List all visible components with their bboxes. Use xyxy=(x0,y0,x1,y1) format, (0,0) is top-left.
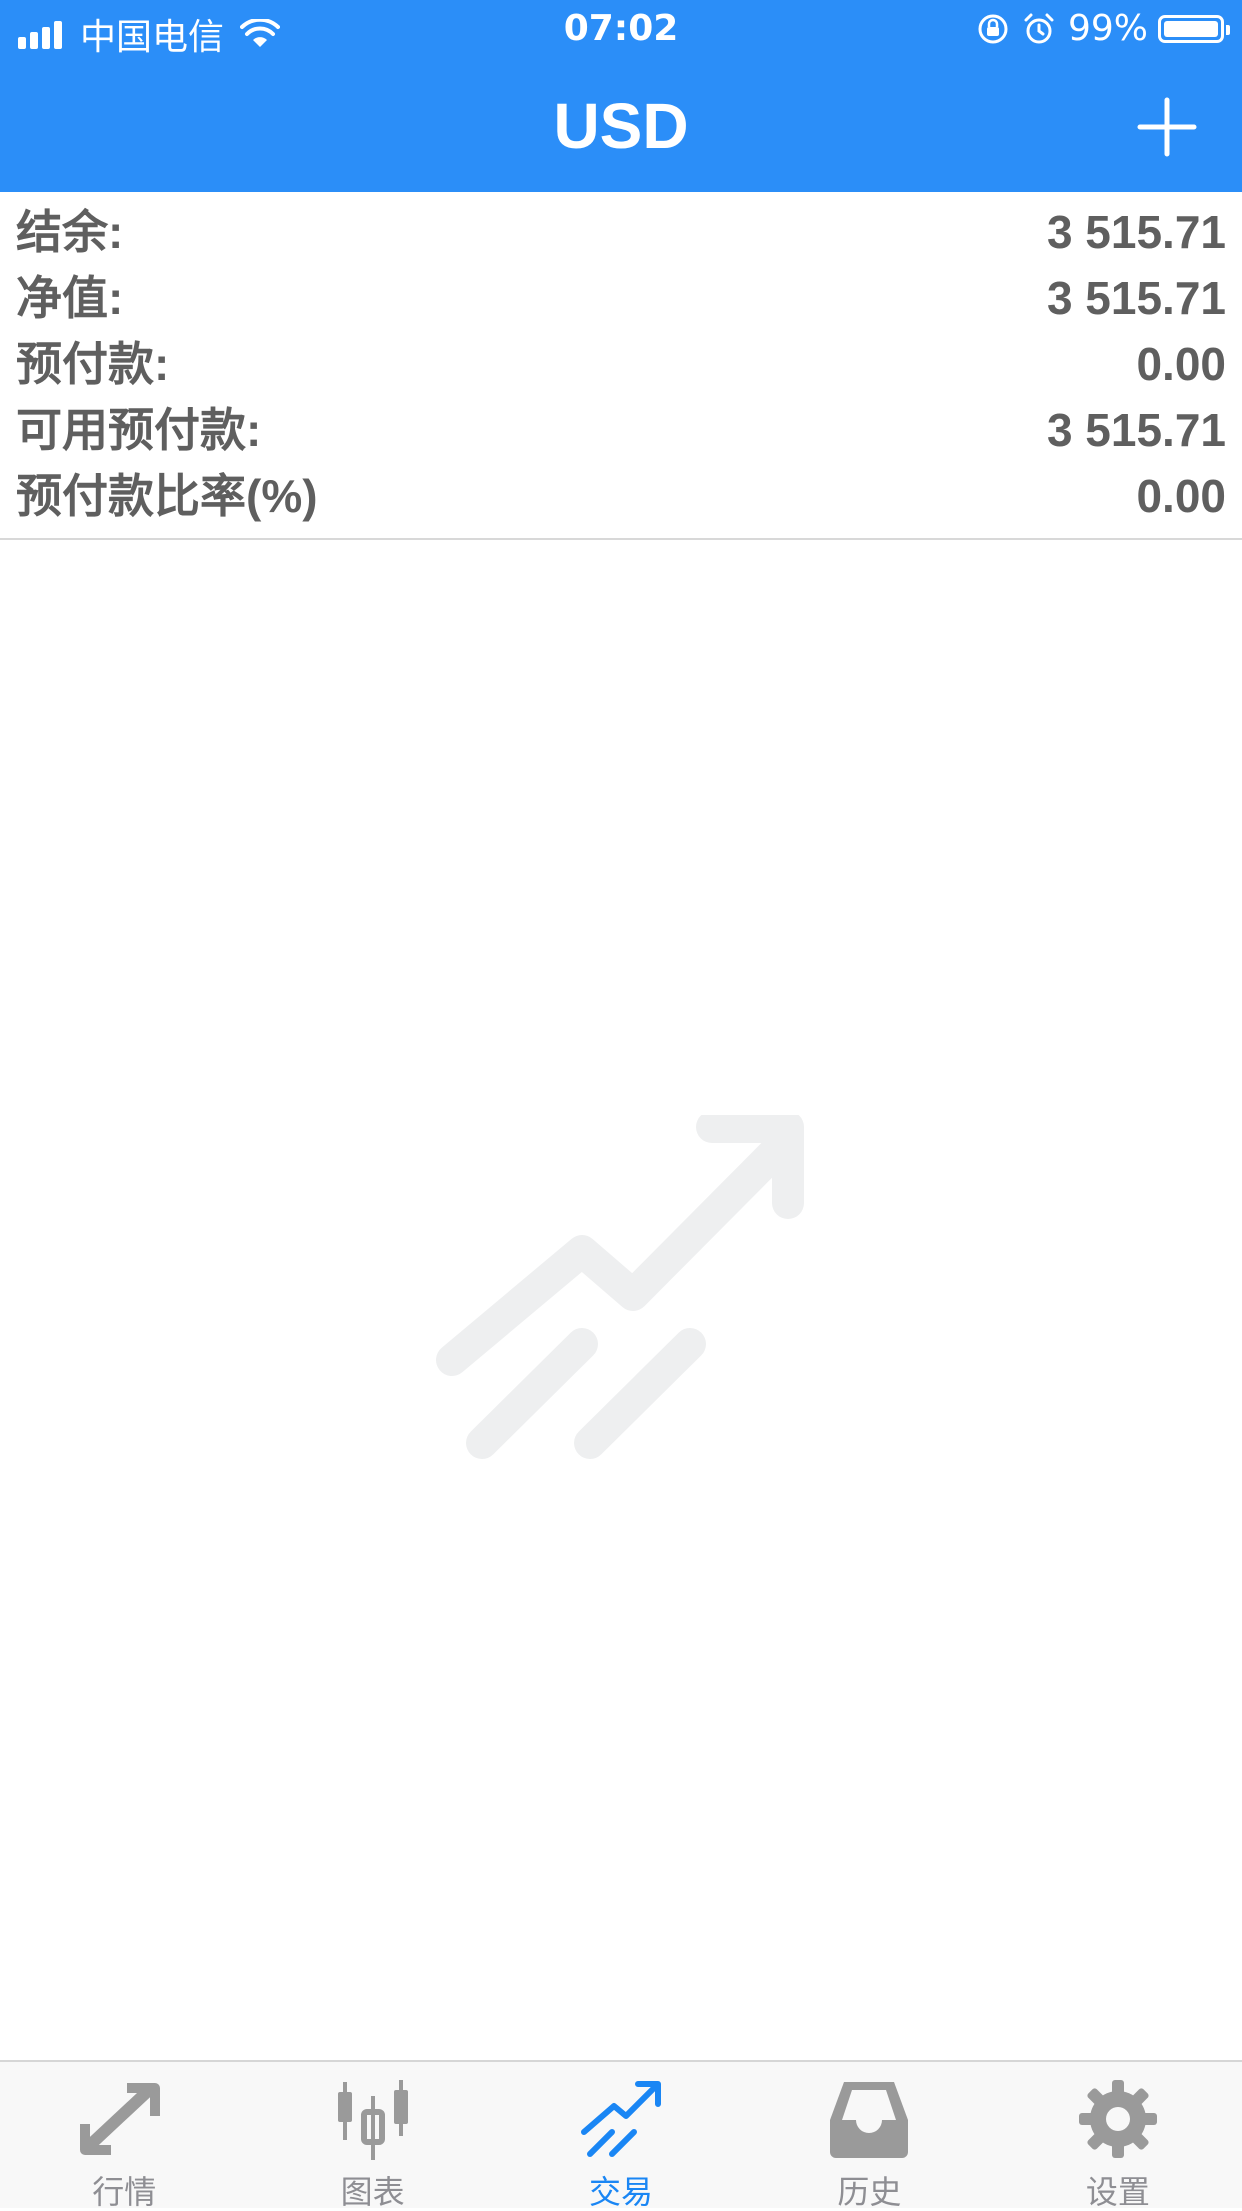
page-title: USD xyxy=(553,90,689,162)
tab-history[interactable]: 历史 xyxy=(745,2062,993,2211)
summary-label: 预付款: xyxy=(16,338,170,390)
summary-value: 3 515.71 xyxy=(1046,272,1226,324)
summary-value: 3 515.71 xyxy=(1046,404,1226,456)
summary-row-equity: 净值: 3 515.71 xyxy=(16,265,1226,331)
tab-label: 交易 xyxy=(589,2173,654,2211)
status-bar: 中国电信 07:02 99% xyxy=(0,0,1242,62)
summary-label: 净值: xyxy=(16,272,124,324)
history-inbox-icon xyxy=(830,2082,909,2158)
quotes-icon xyxy=(80,2083,161,2155)
summary-value: 0.00 xyxy=(1136,338,1226,390)
rotation-lock-icon xyxy=(978,14,1008,43)
summary-label: 结余: xyxy=(16,206,124,258)
summary-row-free-margin: 可用预付款: 3 515.71 xyxy=(16,397,1226,463)
tab-label: 行情 xyxy=(92,2173,157,2211)
summary-row-margin-level: 预付款比率(%) 0.00 xyxy=(16,463,1226,529)
tab-bar: 行情 图表 交易 历史 设置 xyxy=(0,2060,1242,2211)
summary-row-balance: 结余: 3 515.71 xyxy=(16,199,1226,265)
top-bar: 中国电信 07:02 99% USD xyxy=(0,0,1242,192)
settings-gear-icon xyxy=(1078,2080,1157,2158)
summary-value: 0.00 xyxy=(1136,470,1226,522)
tab-label: 设置 xyxy=(1085,2173,1150,2211)
tab-quotes[interactable]: 行情 xyxy=(0,2062,248,2211)
tab-label: 历史 xyxy=(837,2173,902,2211)
summary-label: 预付款比率(%) xyxy=(16,470,318,522)
summary-row-margin: 预付款: 0.00 xyxy=(16,331,1226,397)
chart-candles-icon xyxy=(337,2080,408,2160)
tab-settings[interactable]: 设置 xyxy=(994,2062,1242,2211)
plus-icon[interactable] xyxy=(1132,92,1202,162)
trade-trend-icon xyxy=(436,1115,804,1459)
battery-percent: 99% xyxy=(1067,8,1148,49)
status-right: 99% xyxy=(976,8,1230,49)
alarm-icon xyxy=(1024,13,1054,43)
summary-value: 3 515.71 xyxy=(1046,206,1226,258)
tab-charts[interactable]: 图表 xyxy=(248,2062,496,2211)
summary-label: 可用预付款: xyxy=(16,404,262,456)
tab-label: 图表 xyxy=(340,2173,405,2211)
trade-icon xyxy=(581,2081,662,2157)
account-summary: 结余: 3 515.71 净值: 3 515.71 预付款: 0.00 可用预付… xyxy=(0,192,1242,540)
battery-icon xyxy=(1158,14,1230,43)
tab-trade[interactable]: 交易 xyxy=(497,2062,745,2211)
